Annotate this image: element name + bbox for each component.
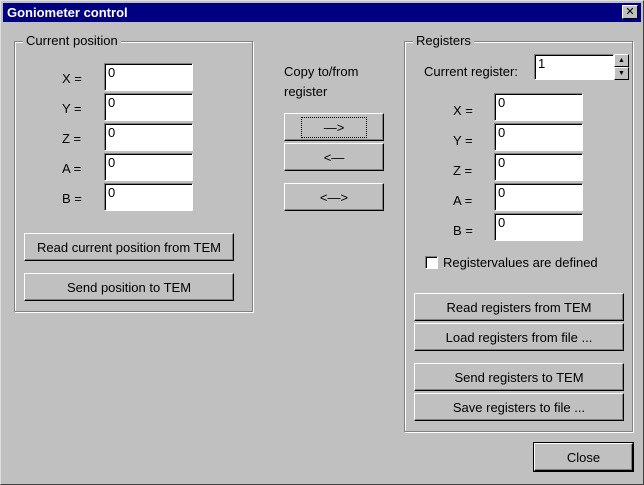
current-position-legend: Current position [23,33,121,49]
save-registers-button[interactable]: Save registers to file ... [414,393,624,421]
pos-z-label: Z = [62,131,82,146]
reg-y-input[interactable]: 0 [494,123,583,151]
pos-b-label: B = [62,191,82,206]
swap-register-button[interactable]: <—> [284,183,384,211]
close-button[interactable]: Close [533,442,634,472]
register-spinner: ▲ ▼ [614,54,629,80]
pos-z-input[interactable]: 0 [104,123,193,151]
reg-z-input[interactable]: 0 [494,153,583,181]
reg-b-input[interactable]: 0 [494,213,583,241]
pos-y-input[interactable]: 0 [104,93,193,121]
arrow-left-icon: <— [323,149,345,165]
send-position-button[interactable]: Send position to TEM [24,273,234,301]
close-button-label: Close [566,449,601,465]
read-registers-label: Read registers from TEM [446,299,592,315]
copy-label-line1: Copy to/from [284,64,359,79]
close-icon[interactable]: ✕ [622,5,638,19]
spin-down-icon[interactable]: ▼ [614,67,629,80]
read-position-button[interactable]: Read current position from TEM [24,233,234,261]
read-registers-button[interactable]: Read registers from TEM [414,293,624,321]
registers-legend: Registers [413,33,474,49]
reg-x-input[interactable]: 0 [494,93,583,121]
copy-label-line2: register [284,84,328,99]
current-register-label: Current register: [424,64,518,79]
save-registers-label: Save registers to file ... [452,399,586,415]
load-registers-button[interactable]: Load registers from file ... [414,323,624,351]
reg-x-label: X = [453,103,473,118]
reg-a-input[interactable]: 0 [494,183,583,211]
window-title: Goniometer control [7,5,128,20]
registers-defined-checkbox[interactable] [425,256,438,269]
arrow-right-icon: —> [300,116,368,138]
pos-a-label: A = [62,161,82,176]
pos-b-input[interactable]: 0 [104,183,193,211]
spin-up-icon[interactable]: ▲ [614,54,629,67]
reg-b-label: B = [453,223,473,238]
reg-a-label: A = [453,193,473,208]
pos-a-input[interactable]: 0 [104,153,193,181]
pos-x-label: X = [62,71,82,86]
load-registers-label: Load registers from file ... [445,329,593,345]
pos-x-input[interactable]: 0 [104,63,193,91]
reg-z-label: Z = [453,163,473,178]
registers-defined-label: Registervalues are defined [443,255,598,270]
send-registers-label: Send registers to TEM [454,369,584,385]
pos-y-label: Y = [62,101,82,116]
title-bar: Goniometer control ✕ [3,3,641,22]
goniometer-dialog: Goniometer control ✕ Current position X … [0,0,644,485]
copy-to-register-button[interactable]: —> [284,113,384,141]
read-position-label: Read current position from TEM [37,239,221,255]
arrow-both-icon: <—> [319,189,349,205]
copy-from-register-button[interactable]: <— [284,143,384,171]
current-register-input[interactable]: 1 [534,54,614,80]
reg-y-label: Y = [453,133,473,148]
send-registers-button[interactable]: Send registers to TEM [414,363,624,391]
send-position-label: Send position to TEM [66,279,192,295]
